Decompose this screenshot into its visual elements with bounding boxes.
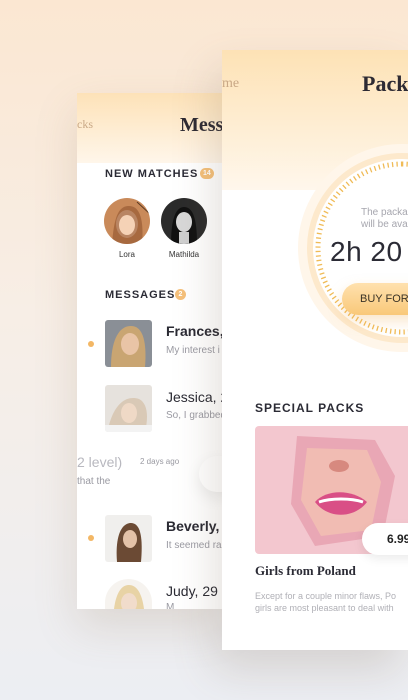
jessica-portrait [105, 385, 152, 432]
message-preview-beverly: It seemed ra [166, 540, 222, 551]
message-preview-judy: M [166, 602, 175, 609]
message-name-beverly[interactable]: Beverly, 3 [166, 518, 223, 534]
pack-description-line2: girls are most pleasant to deal with [255, 603, 394, 613]
message-name-jessica[interactable]: Jessica, 2 [166, 389, 223, 405]
timer-countdown: 2h 20 [330, 236, 403, 267]
swiped-row-name: 2 level) [77, 454, 123, 470]
timer-caption-line2: will be availa [361, 219, 408, 230]
message-avatar-beverly[interactable] [105, 515, 152, 562]
message-avatar-jessica[interactable] [105, 385, 152, 432]
tab-packs-partial[interactable]: cks [77, 117, 93, 132]
match-avatar-mathilda[interactable] [161, 198, 207, 244]
special-packs-label: SPECIAL PACKS [255, 401, 365, 415]
pack-title[interactable]: Girls from Poland [255, 563, 356, 579]
pack-price-chip[interactable]: 6.99 [362, 523, 408, 555]
unread-dot [88, 341, 94, 347]
message-preview-frances: My interest i [166, 345, 220, 356]
swiped-row-time: 2 days ago [140, 457, 180, 466]
packs-title: Pack [362, 71, 408, 96]
messages-count-badge: 2 [175, 289, 186, 300]
message-name-judy[interactable]: Judy, 29 ( [166, 583, 223, 599]
message-preview-jessica: So, I grabbed [166, 410, 223, 421]
match-name-mathilda: Mathilda [168, 250, 200, 259]
message-avatar-frances[interactable] [105, 320, 152, 367]
tab-home-partial[interactable]: me [222, 76, 239, 92]
beverly-portrait [105, 515, 152, 562]
unread-dot [88, 535, 94, 541]
swiped-row-preview: that the [77, 476, 111, 487]
new-matches-count-badge: 14 [200, 168, 214, 179]
message-name-frances[interactable]: Frances, [166, 323, 223, 339]
frances-portrait [105, 320, 152, 367]
new-matches-label: NEW MATCHES [105, 168, 199, 180]
mathilda-portrait [161, 198, 207, 244]
packs-screen: me Pack The packa will be availa 2h 20 B… [222, 50, 408, 650]
timer-caption-line1: The packa [361, 207, 408, 218]
message-avatar-judy[interactable] [105, 579, 152, 609]
lora-portrait [104, 198, 150, 244]
buy-pack-button[interactable]: BUY FOR [342, 283, 408, 315]
messages-label: MESSAGES [105, 289, 176, 301]
match-avatar-lora[interactable] [104, 198, 150, 244]
match-name-lora: Lora [118, 250, 135, 259]
messages-screen: cks Mess NEW MATCHES 14 Lora Mathilda ME… [77, 93, 223, 609]
pack-description-line1: Except for a couple minor flaws, Po [255, 591, 397, 601]
messages-title: Mess [180, 114, 223, 136]
judy-portrait [105, 579, 152, 609]
